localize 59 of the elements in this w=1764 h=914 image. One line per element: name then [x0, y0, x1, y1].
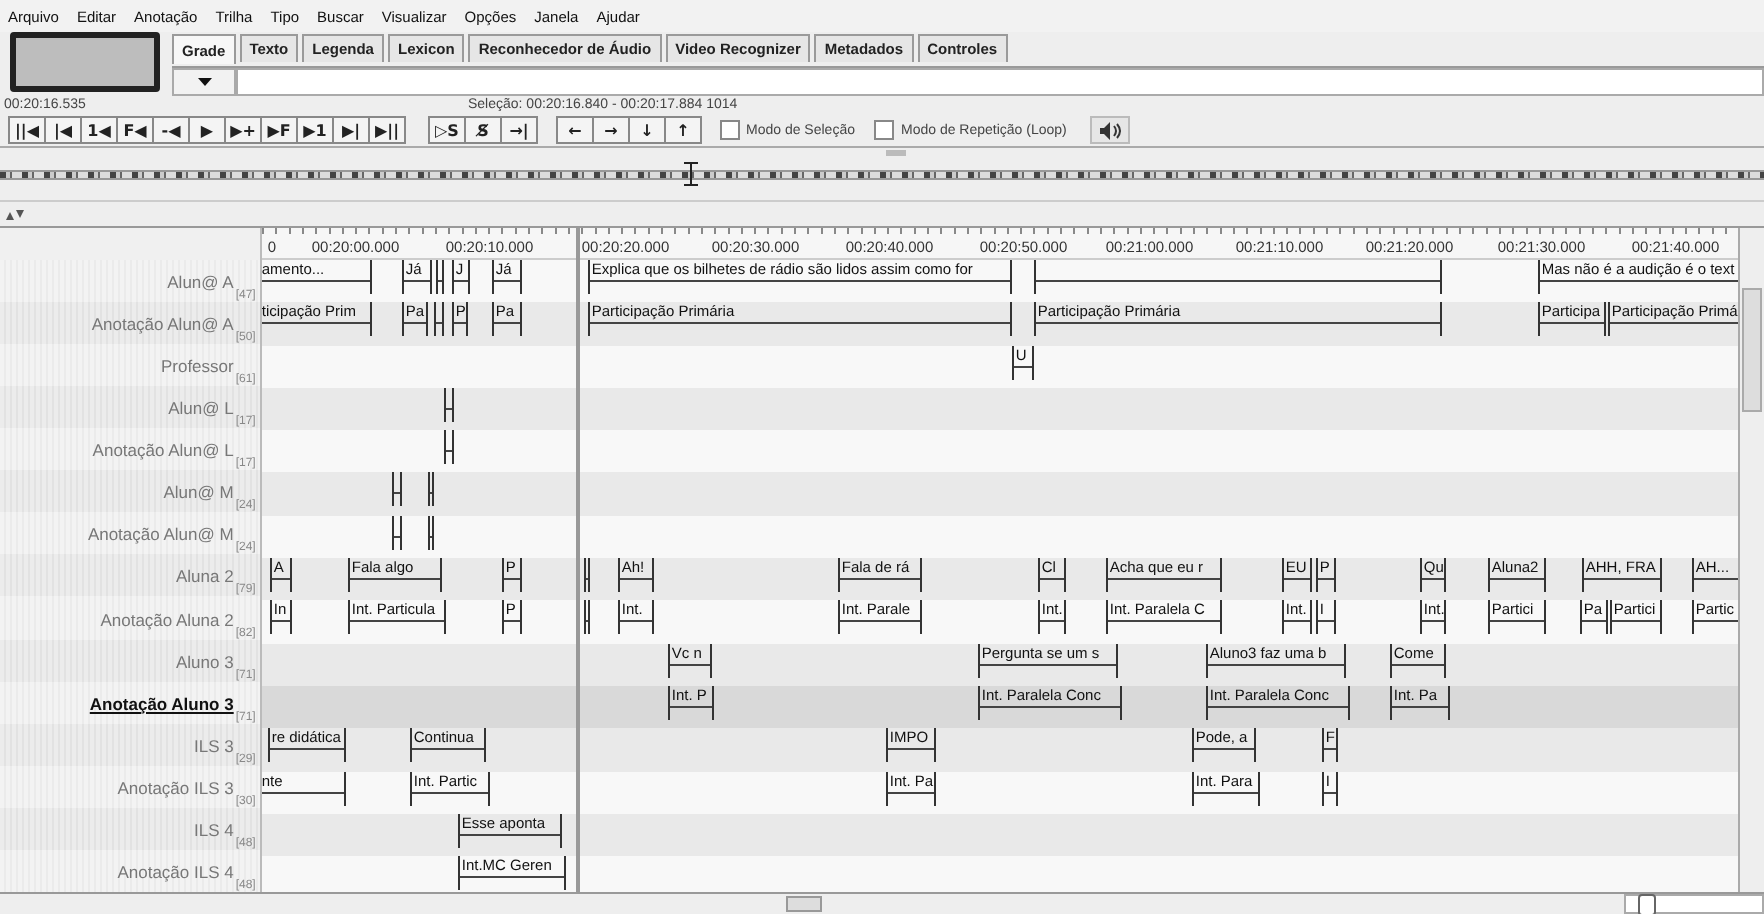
tier-name: Alun@ M: [163, 482, 234, 503]
tier-name: Anotação Aluno 3: [89, 693, 234, 714]
player-button[interactable]: 1◀: [80, 116, 118, 144]
tier-name: Aluno 3: [176, 651, 234, 672]
navigation-button[interactable]: ↓: [628, 116, 666, 144]
annotation-segment[interactable]: [435, 260, 444, 294]
player-button[interactable]: ▶: [188, 116, 226, 144]
tier-name: Anotação Alun@ L: [92, 440, 234, 461]
player-button[interactable]: ▶|: [332, 116, 370, 144]
sort-arrows-icon[interactable]: [6, 209, 24, 219]
selection-button[interactable]: S̸: [464, 116, 502, 144]
annotation-segment[interactable]: [443, 387, 454, 422]
tier-name: ILS 4: [193, 819, 234, 840]
annotation-segment[interactable]: [391, 515, 402, 550]
annotation-segment[interactable]: [1033, 260, 1442, 294]
checkbox[interactable]: [720, 120, 740, 140]
annotation-segment[interactable]: [427, 472, 434, 507]
player-button[interactable]: |◀: [44, 116, 82, 144]
caret-icon: [197, 78, 211, 86]
tier-name: Alun@ L: [168, 398, 234, 419]
annotation-segment[interactable]: [443, 430, 454, 465]
checkbox[interactable]: [874, 120, 895, 140]
tier-name: Professor: [160, 356, 234, 377]
annotation-segment[interactable]: [433, 302, 444, 337]
tier-name: Anotação Aluna 2: [100, 609, 234, 630]
player-button[interactable]: ▶+: [224, 116, 262, 144]
speaker-icon: [1099, 121, 1122, 139]
player-button[interactable]: ||◀: [8, 116, 46, 144]
timeline-overview[interactable]: [0, 170, 1764, 180]
tier-name: Anotação ILS 3: [117, 777, 234, 798]
tier-name: Anotação ILS 4: [117, 862, 234, 882]
selection-button[interactable]: →|: [500, 116, 538, 144]
player-button[interactable]: ▶F: [260, 116, 298, 144]
navigation-button[interactable]: ↑: [664, 116, 702, 144]
scroll-thumb[interactable]: [1742, 288, 1762, 412]
player-button[interactable]: F◀: [116, 116, 154, 144]
tier-name: Anotação Alun@ A: [91, 313, 234, 334]
vertical-scrollbar[interactable]: [1738, 228, 1764, 892]
tier-name: Alun@ A: [167, 271, 234, 292]
player-button[interactable]: -◀: [152, 116, 190, 144]
navigation-button[interactable]: ←: [556, 116, 594, 144]
tier-name: Aluna 2: [176, 566, 234, 587]
slider-thumb[interactable]: [1637, 894, 1656, 914]
splitter-handle[interactable]: [886, 150, 906, 156]
annotation-segment[interactable]: [583, 558, 590, 593]
zoom-slider[interactable]: [1623, 894, 1764, 914]
tier-name: ILS 3: [193, 735, 234, 756]
cursor-icon: [684, 162, 698, 186]
player-button[interactable]: ▶||: [368, 116, 406, 144]
dropdown-button[interactable]: [172, 68, 236, 96]
annotation-segment[interactable]: [583, 600, 590, 635]
annotation-segment[interactable]: [391, 472, 402, 507]
selection-button[interactable]: ▷S: [428, 116, 466, 144]
player-button[interactable]: ▶1: [296, 116, 334, 144]
tier-name: Anotação Alun@ M: [87, 524, 234, 545]
annotation-segment[interactable]: [427, 515, 434, 550]
scroll-thumb[interactable]: [786, 896, 822, 912]
navigation-button[interactable]: →: [592, 116, 630, 144]
volume-button[interactable]: [1090, 116, 1131, 144]
